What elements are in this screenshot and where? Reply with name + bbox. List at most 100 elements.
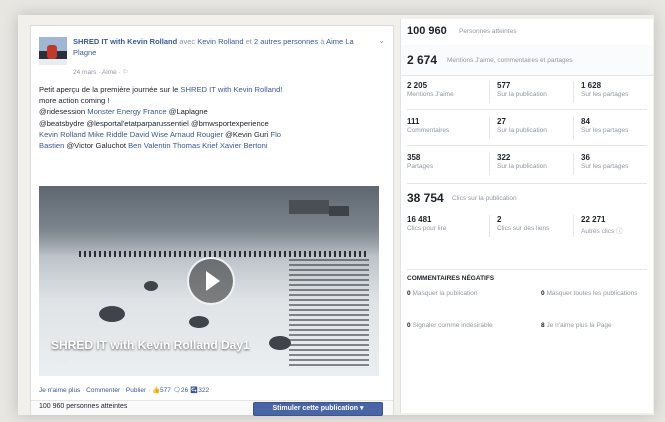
body-text: @beatsbydre @lesportal'etatparparussenti… — [39, 118, 269, 128]
stat-value: 111 — [407, 117, 420, 126]
divider — [407, 269, 647, 270]
body-page-link[interactable]: SHRED IT with Kevin Rolland! — [180, 85, 282, 94]
screenshot-frame: SHRED IT with Kevin Rolland avec Kevin R… — [18, 15, 654, 416]
shares-breakdown: 358 Partages 322 Sur la publication 36 S… — [401, 149, 653, 181]
with-text: avec — [179, 37, 196, 46]
body-people-link[interactable]: Kevin Rolland Mike Riddle David Wise Arn… — [39, 130, 223, 139]
negative-value: 0 — [407, 322, 411, 329]
clicks-breakdown: 16 481 Clics pour lire 2 Clics sur des l… — [401, 211, 653, 243]
stat-value: 577 — [497, 81, 511, 90]
stat-cell: 22 271 Autres clics ⓘ — [575, 211, 653, 239]
stat-cell: 36 Sur les partages — [575, 149, 653, 177]
engagement-label: Mentions J'aime, commentaires et partage… — [447, 57, 573, 64]
negative-label: Je n'aime plus la Page — [546, 322, 612, 329]
negative-item: 0 Masquer toutes les publications — [541, 289, 649, 299]
stat-cell: 1 628 Sur les partages — [575, 77, 653, 105]
engagement-value: 2 674 — [407, 53, 438, 67]
comments-breakdown: 111 Commentaires 27 Sur la publication 8… — [401, 113, 653, 145]
reach-label: Personnes atteintes — [459, 28, 517, 35]
body-text: @ridesession — [39, 107, 86, 117]
stat-cell: 2 205 Mentions J'aime — [401, 77, 487, 105]
stat-label: Sur la publication — [497, 163, 547, 170]
stat-label: Partages — [407, 163, 434, 170]
stat-label: Clics sur des liens — [497, 225, 550, 232]
body-people-link[interactable]: Flo — [270, 130, 281, 139]
page-avatar[interactable] — [39, 37, 67, 65]
body-text: more action coming ! — [39, 96, 110, 106]
post-header: SHRED IT with Kevin Rolland avec Kevin R… — [73, 36, 373, 58]
stat-label: Clics pour lire — [407, 225, 447, 232]
stat-value: 22 271 — [581, 215, 606, 224]
and-text: et — [245, 37, 252, 46]
divider — [407, 109, 647, 110]
boost-post-button[interactable]: Stimuler cette publication ▾ — [253, 402, 383, 416]
post-meta: 24 mars · Aime · ⚐ — [73, 69, 129, 76]
stat-cell: 27 Sur la publication — [491, 113, 571, 141]
negative-item: 0 Masquer la publication — [407, 289, 527, 299]
stat-label: Commentaires — [407, 127, 450, 134]
clicks-label: Clics sur la publication — [452, 195, 517, 202]
chevron-down-icon[interactable]: ⌄ — [378, 36, 385, 45]
stat-cell: 16 481 Clics pour lire — [401, 211, 487, 239]
video-title: SHRED IT with Kevin Rolland Day1 — [51, 338, 250, 352]
likes-count[interactable]: 577 — [160, 387, 171, 394]
facebook-post-card: SHRED IT with Kevin Rolland avec Kevin R… — [30, 25, 394, 416]
location-prefix: à — [320, 37, 325, 46]
stat-cell: 577 Sur la publication — [491, 77, 571, 105]
clicks-value: 38 754 — [407, 191, 444, 205]
reach-value: 100 960 — [407, 25, 447, 37]
negative-label: Masquer toutes les publications — [546, 290, 638, 297]
engagement-row: 2 674 Mentions J'aime, commentaires et p… — [401, 45, 653, 76]
stat-value: 358 — [407, 153, 421, 162]
reach-text: 100 960 personnes atteintes — [39, 403, 128, 410]
page-name-link[interactable]: SHRED IT with Kevin Rolland — [73, 37, 177, 46]
body-text: @Laplagne — [168, 107, 208, 117]
post-actions: Je n'aime plus · Commenter · Publier · 👍… — [39, 387, 210, 394]
shares-count[interactable]: 322 — [198, 387, 209, 394]
stat-value: 16 481 — [407, 215, 432, 224]
video-player[interactable]: SHRED IT with Kevin Rolland Day1 01:56 — [39, 186, 379, 376]
comment-bubble-icon: 🗨 — [172, 387, 181, 394]
stat-value: 2 — [497, 215, 502, 224]
negative-label: Signaler comme indésirable — [412, 322, 493, 329]
stat-value: 1 628 — [581, 81, 602, 90]
body-people-link[interactable]: Ben Valentin Thomas Krief Xavier Bertoni — [128, 141, 267, 150]
play-icon[interactable] — [187, 257, 235, 305]
stat-label: Mentions J'aime — [407, 91, 454, 98]
negative-value: 0 — [407, 290, 411, 297]
stat-value: 27 — [497, 117, 506, 126]
stat-cell: 84 Sur les partages — [575, 113, 653, 141]
stat-cell: 358 Partages — [401, 149, 487, 177]
clicks-row: 38 754 Clics sur la publication — [401, 191, 653, 209]
comments-count[interactable]: 26 — [181, 387, 188, 394]
divider — [407, 145, 647, 146]
tagged-person-link[interactable]: Kevin Rolland — [197, 37, 243, 46]
stat-cell: 322 Sur la publication — [491, 149, 571, 177]
reach-bar: 100 960 personnes atteintes Stimuler cet… — [31, 400, 393, 416]
stat-value: 84 — [581, 117, 590, 126]
body-text: Petit aperçu de la première journée sur … — [39, 85, 179, 94]
stat-value: 322 — [497, 153, 511, 162]
stat-value: 2 205 — [407, 81, 428, 90]
reach-row: 100 960 Personnes atteintes — [401, 19, 653, 46]
stat-label: Sur la publication — [497, 127, 547, 134]
share-link[interactable]: Publier — [126, 387, 146, 394]
post-body: Petit aperçu de la première journée sur … — [39, 84, 384, 151]
others-link[interactable]: 2 autres personnes — [254, 37, 318, 46]
negative-item: 8 Je n'aime plus la Page — [541, 321, 649, 331]
stat-label: Sur les partages — [581, 91, 629, 98]
stat-cell: 2 Clics sur des liens — [491, 211, 571, 239]
body-text: @Kevin Guri — [225, 129, 269, 139]
stat-label: Sur les partages — [581, 127, 629, 134]
stat-label: Sur la publication — [497, 91, 547, 98]
body-page-link[interactable]: Monster Energy France — [87, 107, 166, 116]
stat-label: Sur les partages — [581, 163, 629, 170]
negative-label: Masquer la publication — [412, 290, 478, 297]
post-insights-panel: 100 960 Personnes atteintes 2 674 Mentio… — [400, 19, 653, 413]
unlike-link[interactable]: Je n'aime plus — [39, 387, 80, 394]
likes-breakdown: 2 205 Mentions J'aime 577 Sur la publica… — [401, 77, 653, 109]
negative-value: 0 — [541, 290, 545, 297]
body-people-link[interactable]: Bastien — [39, 141, 64, 150]
comment-link[interactable]: Commenter — [86, 387, 120, 394]
stat-cell: 111 Commentaires — [401, 113, 487, 141]
